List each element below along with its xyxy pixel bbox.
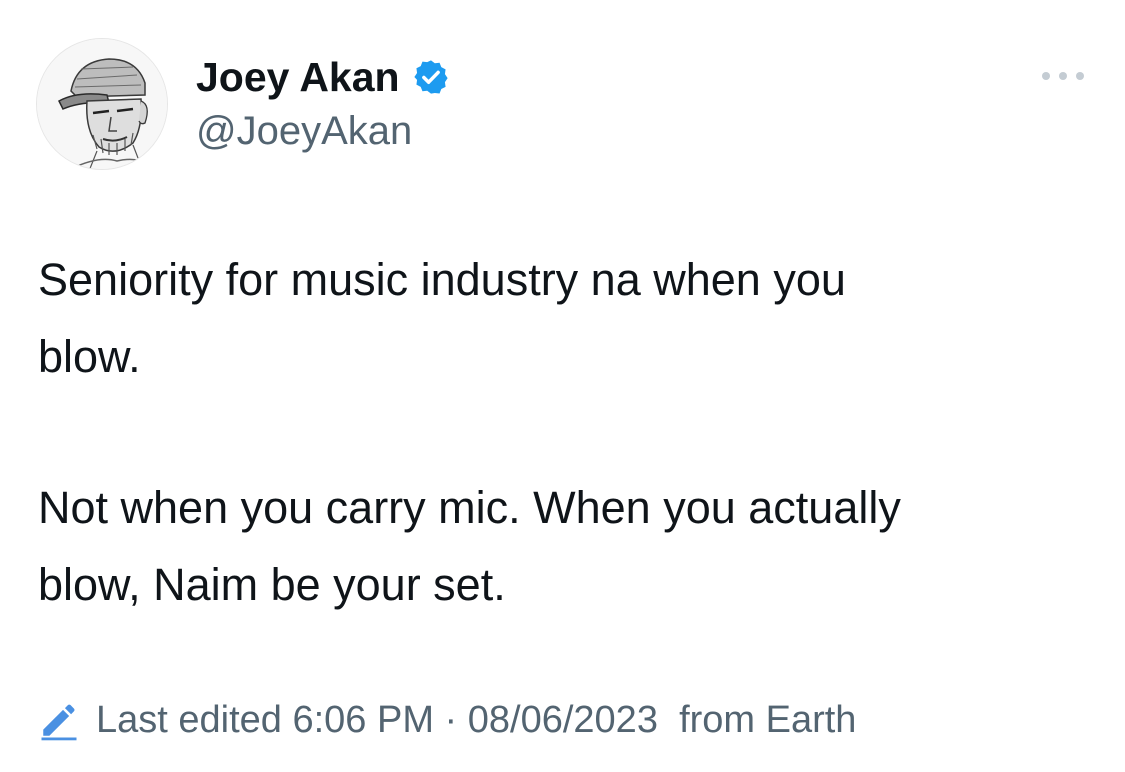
avatar[interactable] xyxy=(36,38,168,170)
more-dot xyxy=(1076,72,1084,80)
verified-badge-icon[interactable] xyxy=(412,58,450,96)
edited-footer[interactable]: Last edited 6:06 PM · 08/06/2023 from Ea… xyxy=(38,694,856,746)
tweet-card: Joey Akan @JoeyAkan Seniority for music … xyxy=(0,0,1125,772)
edited-timestamp[interactable]: Last edited 6:06 PM · 08/06/2023 from Ea… xyxy=(96,699,856,742)
more-options-icon[interactable] xyxy=(1040,64,1086,88)
tweet-text-line: blow. xyxy=(38,331,141,382)
pencil-edit-icon xyxy=(38,699,80,741)
more-dot xyxy=(1042,72,1050,80)
author-name-row[interactable]: Joey Akan xyxy=(196,52,450,102)
tweet-paragraph-1: Seniority for music industry na when you… xyxy=(38,241,846,395)
tweet-text-line: Not when you carry mic. When you actuall… xyxy=(38,482,901,533)
author-handle[interactable]: @JoeyAkan xyxy=(196,106,412,156)
author-display-name[interactable]: Joey Akan xyxy=(196,52,400,102)
tweet-text-line: blow, Naim be your set. xyxy=(38,559,506,610)
tweet-paragraph-2: Not when you carry mic. When you actuall… xyxy=(38,469,901,623)
avatar-sketch-image xyxy=(37,39,167,169)
more-dot xyxy=(1059,72,1067,80)
tweet-text-line: Seniority for music industry na when you xyxy=(38,254,846,305)
